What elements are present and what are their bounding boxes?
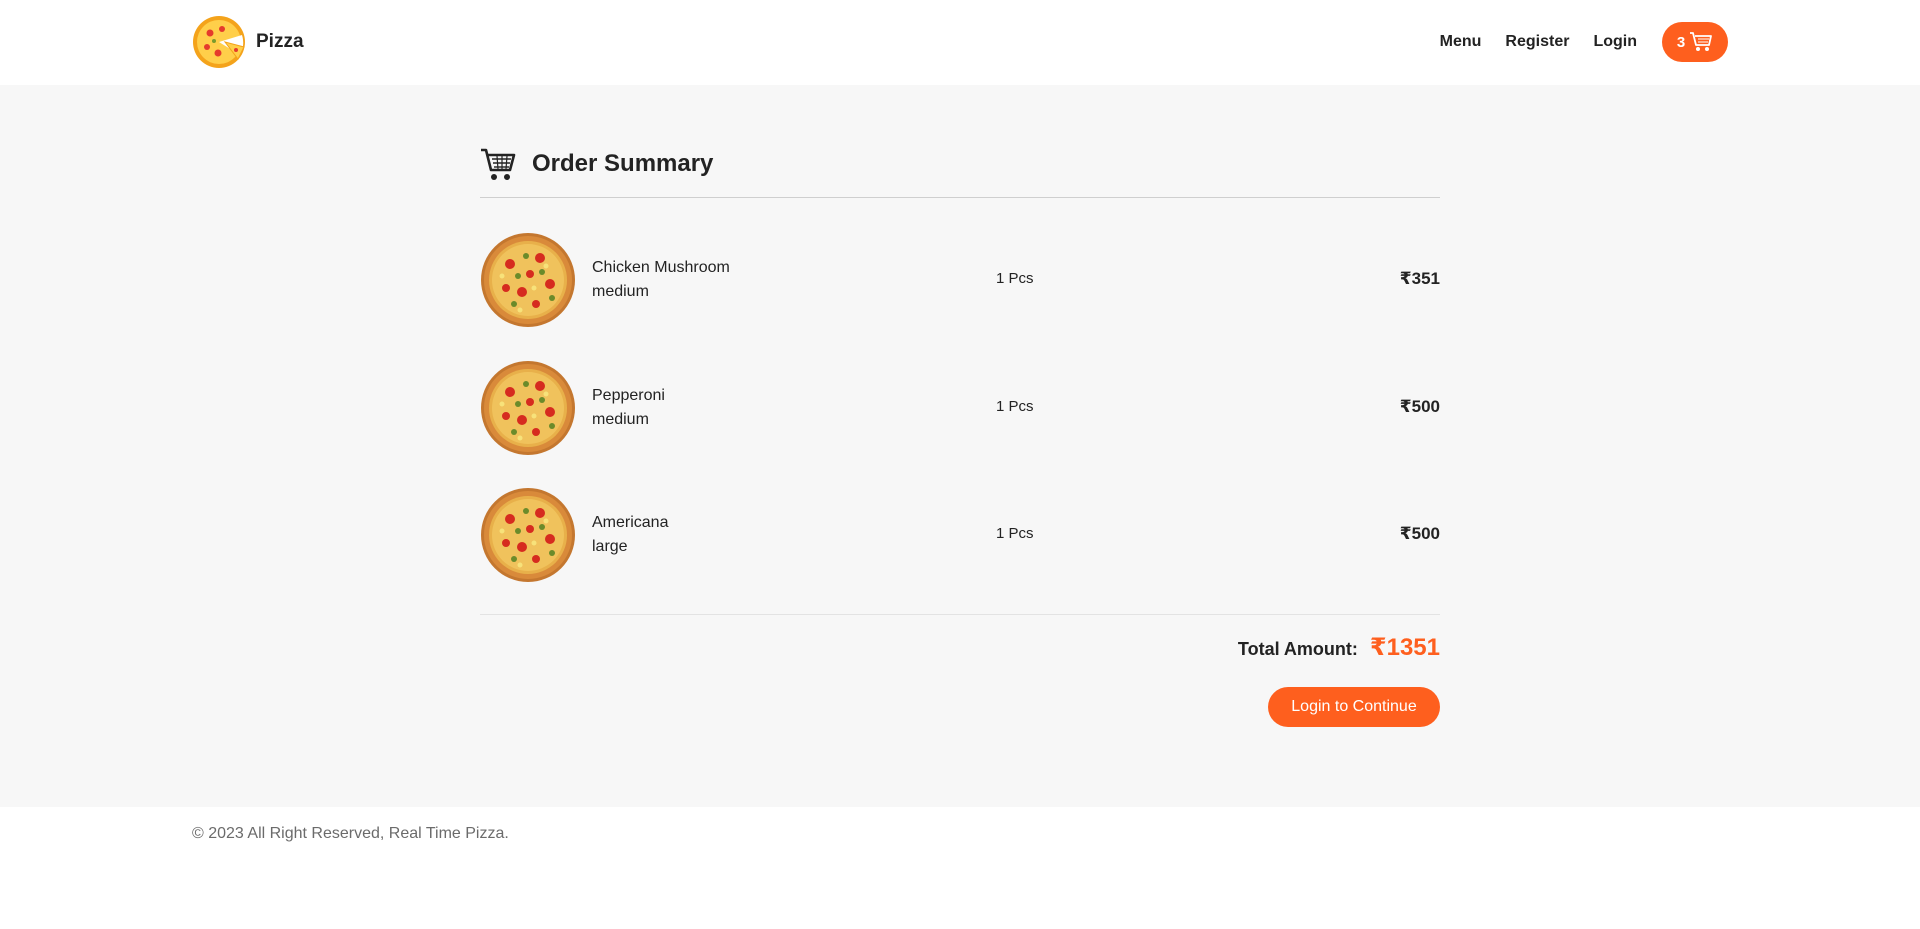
cart-item: Americana large 1 Pcs ₹500 — [480, 487, 1440, 583]
item-quantity: 1 Pcs — [996, 270, 1034, 287]
order-summary-header: Order Summary — [480, 147, 713, 181]
divider — [480, 614, 1440, 615]
item-price: ₹500 — [1399, 397, 1440, 416]
brand-name: Pizza — [256, 31, 304, 52]
item-size: large — [592, 538, 628, 555]
divider — [480, 197, 1440, 198]
item-price: ₹351 — [1399, 269, 1440, 288]
pizza-image — [480, 232, 576, 328]
site-footer: © 2023 All Right Reserved, Real Time Piz… — [0, 807, 1920, 929]
brand-logo-link[interactable]: Pizza — [192, 15, 304, 69]
pizza-image — [480, 360, 576, 456]
item-info: Americana large — [592, 511, 668, 559]
item-size: medium — [592, 411, 649, 428]
cart-item: Pepperoni medium 1 Pcs ₹500 — [480, 360, 1440, 456]
item-size: medium — [592, 283, 649, 300]
total-row: Total Amount: ₹1351 — [1238, 633, 1440, 662]
cart-button[interactable]: 3 — [1662, 22, 1728, 62]
shopping-cart-icon — [481, 148, 516, 180]
item-quantity: 1 Pcs — [996, 398, 1034, 415]
pizza-logo-icon — [193, 16, 245, 68]
cart-icon — [1689, 31, 1713, 53]
item-name: Chicken Mushroom — [592, 259, 730, 276]
item-name: Americana — [592, 514, 669, 531]
login-to-continue-button[interactable]: Login to Continue — [1268, 687, 1440, 727]
nav-menu-link[interactable]: Menu — [1440, 33, 1482, 51]
item-price: ₹500 — [1399, 524, 1440, 543]
total-label: Total Amount: — [1237, 639, 1358, 659]
item-quantity: 1 Pcs — [996, 525, 1034, 542]
pizza-image — [480, 487, 576, 583]
cart-item: Chicken Mushroom medium 1 Pcs ₹351 — [480, 232, 1440, 328]
item-info: Pepperoni medium — [592, 384, 665, 432]
cart-section: Order Summary Chicken Mushroom medium 1 … — [0, 85, 1920, 807]
nav-login-link[interactable]: Login — [1593, 33, 1637, 51]
main-nav: Menu Register Login 3 — [1440, 22, 1728, 62]
total-amount: ₹1351 — [1369, 634, 1440, 661]
nav-register-link[interactable]: Register — [1505, 33, 1569, 51]
copyright-text: © 2023 All Right Reserved, Real Time Piz… — [192, 825, 509, 842]
item-name: Pepperoni — [592, 387, 665, 404]
page-title: Order Summary — [532, 150, 714, 177]
site-header: Pizza Menu Register Login 3 — [0, 0, 1920, 85]
cart-count-badge: 3 — [1676, 33, 1686, 51]
item-info: Chicken Mushroom medium — [592, 256, 730, 304]
